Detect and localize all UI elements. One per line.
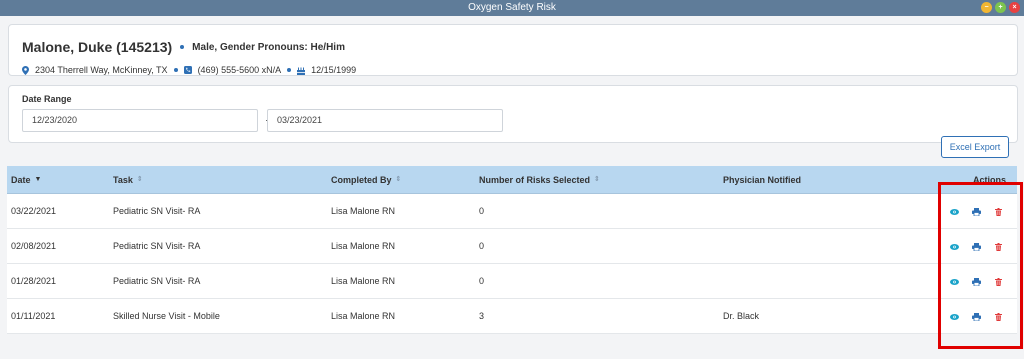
patient-header: Malone, Duke (145213) Male, Gender Prono… (22, 39, 345, 55)
row-actions (948, 264, 1005, 299)
cell-completed-by: Lisa Malone RN (331, 311, 396, 321)
row-actions (948, 299, 1005, 334)
oxygen-risk-table: Date ▼ Task ⇕ Completed By ⇕ Number of R… (7, 166, 1017, 334)
column-header-task[interactable]: Task ⇕ (113, 166, 143, 194)
separator-dot (173, 68, 178, 72)
sort-desc-icon: ▼ (34, 176, 42, 183)
main-content: Malone, Duke (145213) Male, Gender Prono… (0, 16, 1024, 359)
window-controls: − + × (981, 2, 1020, 13)
table-row: 01/28/2021 Pediatric SN Visit- RA Lisa M… (7, 264, 1017, 299)
cell-task: Pediatric SN Visit- RA (113, 206, 201, 216)
cell-physician: Dr. Black (723, 311, 760, 321)
patient-name: Malone, Duke (145213) (22, 39, 173, 55)
separator-dot (287, 68, 292, 72)
cell-date: 02/08/2021 (11, 241, 57, 251)
cell-date: 01/11/2021 (11, 311, 56, 321)
print-icon[interactable] (970, 205, 983, 218)
cell-task: Pediatric SN Visit- RA (113, 241, 201, 251)
sort-icon: ⇕ (594, 176, 600, 183)
cell-completed-by: Lisa Malone RN (331, 206, 396, 216)
view-icon[interactable] (948, 310, 961, 323)
column-header-actions: Actions (973, 175, 1007, 185)
end-date-input[interactable]: 03/23/2021 (267, 109, 503, 132)
window-titlebar: Oxygen Safety Risk − + × (0, 0, 1024, 16)
trash-icon[interactable] (992, 310, 1005, 323)
date-range-card: Date Range 12/23/2020 03/23/2021 (8, 85, 1018, 143)
row-actions (948, 194, 1005, 229)
window-title: Oxygen Safety Risk (468, 2, 556, 13)
excel-export-button[interactable]: Excel Export (941, 136, 1009, 158)
cell-risks: 0 (479, 241, 485, 251)
date-range-label: Date Range (22, 94, 72, 104)
cell-task: Pediatric SN Visit- RA (113, 276, 201, 286)
column-header-physician: Physician Notified (723, 175, 802, 185)
birthday-cake-icon (297, 67, 306, 75)
cell-date: 01/28/2021 (11, 276, 57, 286)
sort-icon: ⇕ (136, 176, 143, 183)
start-date-input[interactable]: 12/23/2020 (22, 109, 258, 132)
cell-risks: 0 (479, 206, 485, 216)
trash-icon[interactable] (992, 275, 1005, 288)
patient-phone: (469) 555-5600 xN/A (197, 65, 282, 75)
cell-completed-by: Lisa Malone RN (331, 241, 396, 251)
column-header-risks[interactable]: Number of Risks Selected ⇕ (479, 166, 600, 194)
column-header-completed-by[interactable]: Completed By ⇕ (331, 166, 401, 194)
print-icon[interactable] (970, 310, 983, 323)
close-button[interactable]: × (1009, 2, 1020, 13)
minimize-button[interactable]: − (981, 2, 992, 13)
table-row: 02/08/2021 Pediatric SN Visit- RA Lisa M… (7, 229, 1017, 264)
map-pin-icon (22, 65, 29, 75)
patient-gender: Male, Gender Pronouns: He/Him (192, 41, 345, 53)
view-icon[interactable] (948, 205, 961, 218)
cell-date: 03/22/2021 (11, 206, 57, 216)
print-icon[interactable] (970, 240, 983, 253)
view-icon[interactable] (948, 240, 961, 253)
cell-completed-by: Lisa Malone RN (331, 276, 396, 286)
patient-address: 2304 Therrell Way, McKinney, TX (35, 65, 168, 75)
patient-contact-info: 2304 Therrell Way, McKinney, TX (469) 55… (22, 65, 356, 75)
column-header-date[interactable]: Date ▼ (11, 166, 41, 194)
print-icon[interactable] (970, 275, 983, 288)
phone-icon (183, 66, 192, 74)
cell-task: Skilled Nurse Visit - Mobile (113, 311, 220, 321)
table-header: Date ▼ Task ⇕ Completed By ⇕ Number of R… (7, 166, 1017, 194)
trash-icon[interactable] (992, 205, 1005, 218)
row-actions (948, 229, 1005, 264)
view-icon[interactable] (948, 275, 961, 288)
table-row: 03/22/2021 Pediatric SN Visit- RA Lisa M… (7, 194, 1017, 229)
sort-icon: ⇕ (395, 176, 402, 183)
cell-risks: 0 (479, 276, 485, 286)
patient-card: Malone, Duke (145213) Male, Gender Prono… (8, 24, 1018, 76)
maximize-button[interactable]: + (995, 2, 1006, 13)
table-row: 01/11/2021 Skilled Nurse Visit - Mobile … (7, 299, 1017, 334)
trash-icon[interactable] (992, 240, 1005, 253)
cell-risks: 3 (479, 311, 485, 321)
patient-dob: 12/15/1999 (311, 65, 357, 75)
separator-dot (180, 45, 185, 49)
